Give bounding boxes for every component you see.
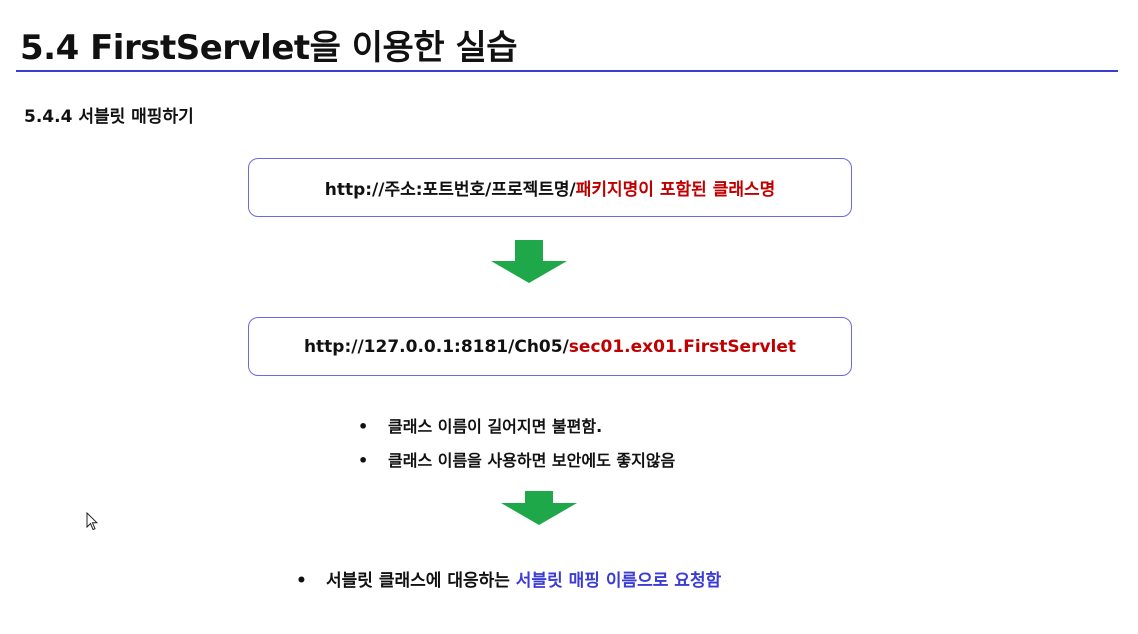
url-pattern-box: http://주소:포트번호/프로젝트명/패키지명이 포함된 클래스명 xyxy=(248,158,852,217)
conclusion-prefix: 서블릿 클래스에 대응하는 xyxy=(326,571,516,591)
conclusion-text: • 서블릿 클래스에 대응하는 서블릿 매핑 이름으로 요청함 xyxy=(296,566,721,591)
url-example-box: http://127.0.0.1:8181/Ch05/sec01.ex01.Fi… xyxy=(248,317,852,376)
url-pattern-highlight: 패키지명이 포함된 클래스명 xyxy=(575,180,776,200)
url-example-prefix: http://127.0.0.1:8181/Ch05/ xyxy=(303,336,569,357)
bullet-dot: • xyxy=(358,417,369,436)
mouse-pointer-icon xyxy=(86,511,99,536)
drawback-list: • 클래스 이름이 길어지면 불편함. • 클래스 이름을 사용하면 보안에도 좋지… xyxy=(358,416,675,484)
slide-title: 5.4 FirstServlet을 이용한 실습 xyxy=(20,28,518,68)
bullet-dot: • xyxy=(358,451,369,470)
title-underline xyxy=(16,70,1118,72)
conclusion-highlight: 서블릿 매핑 이름으로 요청함 xyxy=(515,571,722,591)
list-item: • 클래스 이름을 사용하면 보안에도 좋지않음 xyxy=(358,451,676,470)
url-example-highlight: sec01.ex01.FirstServlet xyxy=(568,336,797,357)
section-subtitle: 5.4.4 서블릿 매핑하기 xyxy=(24,107,194,127)
url-pattern-prefix: http://주소:포트번호/프로젝트명/ xyxy=(324,180,576,200)
bullet-dot: • xyxy=(296,571,307,591)
list-item: • 클래스 이름이 길어지면 불편함. xyxy=(358,417,603,436)
